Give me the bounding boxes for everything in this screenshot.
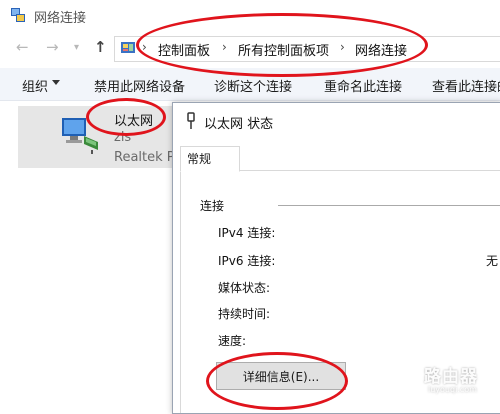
ipv6-connectivity-value: 无 bbox=[486, 254, 499, 268]
duration-label: 持续时间: bbox=[218, 307, 271, 321]
speed-label: 速度: bbox=[218, 334, 247, 348]
organize-button[interactable]: 组织 bbox=[22, 76, 48, 95]
annotation-ellipse-details bbox=[206, 352, 348, 410]
media-state-label: 媒体状态: bbox=[218, 281, 271, 295]
arrow-up-icon[interactable]: ↑ bbox=[94, 38, 107, 56]
rename-connection-button[interactable]: 重命名此连接 bbox=[324, 76, 402, 95]
window-title: 网络连接 bbox=[34, 11, 87, 26]
connection-group-label: 连接 bbox=[200, 199, 225, 213]
view-status-button[interactable]: 查看此连接的 bbox=[432, 76, 500, 95]
group-divider bbox=[278, 205, 500, 206]
tab-general[interactable]: 常规 bbox=[180, 146, 240, 172]
network-cable-icon bbox=[187, 112, 195, 129]
arrow-right-icon[interactable]: → bbox=[46, 38, 59, 56]
ipv6-connectivity-label: IPv6 连接: bbox=[218, 254, 276, 268]
watermark-logo-icon bbox=[392, 358, 420, 390]
disable-device-button[interactable]: 禁用此网络设备 bbox=[94, 76, 185, 95]
annotation-ellipse-adapter bbox=[86, 98, 166, 136]
annotation-ellipse-breadcrumb bbox=[136, 13, 428, 77]
network-connections-icon bbox=[11, 8, 25, 22]
dialog-title: 以太网 状态 bbox=[204, 117, 274, 132]
chevron-down-icon[interactable] bbox=[52, 80, 60, 85]
adapter-device: Realtek P bbox=[114, 150, 175, 165]
watermark-url: luyouqi.com bbox=[428, 385, 477, 394]
chevron-down-icon[interactable]: ▾ bbox=[74, 42, 79, 53]
watermark-text: 路由器 bbox=[424, 367, 478, 387]
arrow-left-icon[interactable]: ← bbox=[16, 38, 29, 56]
diagnose-connection-button[interactable]: 诊断这个连接 bbox=[214, 76, 292, 95]
ipv4-connectivity-label: IPv4 连接: bbox=[218, 226, 276, 240]
control-panel-icon bbox=[121, 42, 135, 53]
